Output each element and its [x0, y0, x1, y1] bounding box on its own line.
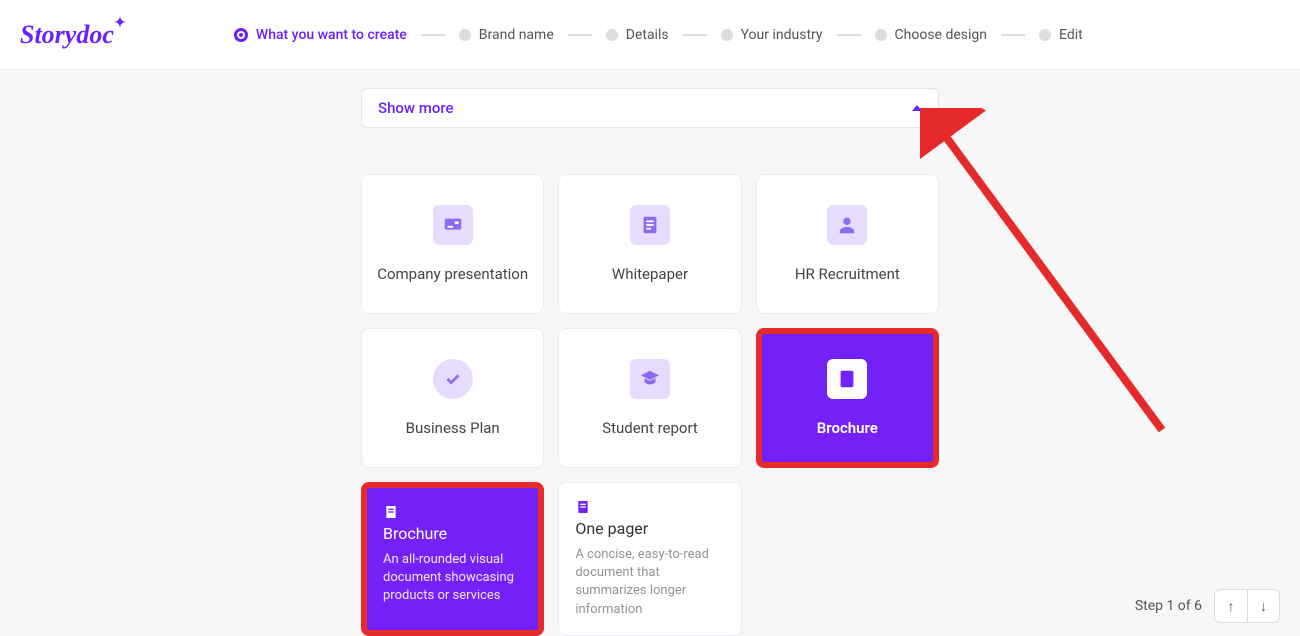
arrow-down-icon: ↓ [1260, 598, 1267, 615]
step-label: Brand name [479, 27, 554, 43]
nav-buttons: ↑ ↓ [1214, 589, 1280, 623]
graduation-cap-icon [630, 359, 670, 399]
logo: Storydoc ✦ [20, 20, 114, 50]
step-label: Your industry [741, 27, 823, 43]
step-label: Details [626, 27, 669, 43]
step-your-industry[interactable]: Your industry [721, 27, 823, 43]
next-button[interactable]: ↓ [1247, 590, 1279, 622]
step-divider [421, 34, 445, 36]
card-label: Student report [602, 419, 698, 437]
template-grid: Company presentation Whitepaper HR Recru… [361, 174, 939, 468]
document-icon [383, 504, 522, 524]
step-label: Choose design [895, 27, 987, 43]
step-dot-active-icon [234, 28, 248, 42]
stepper: What you want to create Brand name Detai… [234, 27, 1083, 43]
detail-card-one-pager[interactable]: One pager A concise, easy-to-read docume… [558, 482, 741, 636]
person-icon [827, 205, 867, 245]
prev-button[interactable]: ↑ [1215, 590, 1247, 622]
card-label: Company presentation [377, 265, 528, 283]
step-divider [837, 34, 861, 36]
detail-title: One pager [575, 519, 724, 538]
caret-up-icon [912, 105, 922, 111]
footer: Step 1 of 6 ↑ ↓ [1135, 589, 1280, 623]
card-student-report[interactable]: Student report [558, 328, 741, 468]
card-label: Brochure [817, 419, 878, 437]
detail-row: Brochure An all-rounded visual document … [361, 482, 939, 636]
step-divider [1001, 34, 1025, 36]
step-label: What you want to create [256, 27, 407, 43]
card-hr-recruitment[interactable]: HR Recruitment [756, 174, 939, 314]
detail-card-brochure[interactable]: Brochure An all-rounded visual document … [361, 482, 544, 636]
detail-desc: An all-rounded visual document showcasin… [383, 551, 522, 606]
step-what-you-want[interactable]: What you want to create [234, 27, 407, 43]
document-icon [630, 205, 670, 245]
step-indicator: Step 1 of 6 [1135, 598, 1202, 614]
presentation-icon [433, 205, 473, 245]
card-label: Business Plan [406, 419, 500, 437]
main: Show more Company presentation Whitepape… [0, 70, 1300, 636]
card-business-plan[interactable]: Business Plan [361, 328, 544, 468]
sparkle-icon: ✦ [114, 15, 126, 32]
header: Storydoc ✦ What you want to create Brand… [0, 0, 1300, 70]
step-divider [568, 34, 592, 36]
step-choose-design[interactable]: Choose design [875, 27, 987, 43]
step-edit[interactable]: Edit [1039, 27, 1083, 43]
card-brochure[interactable]: Brochure [756, 328, 939, 468]
step-dot-icon [459, 29, 471, 41]
card-label: HR Recruitment [795, 265, 900, 283]
step-dot-icon [606, 29, 618, 41]
document-icon [827, 359, 867, 399]
card-label: Whitepaper [612, 265, 688, 283]
step-dot-icon [721, 29, 733, 41]
empty-cell [756, 482, 939, 636]
logo-text: Storydoc [20, 20, 114, 49]
card-whitepaper[interactable]: Whitepaper [558, 174, 741, 314]
checkmark-icon [433, 359, 473, 399]
show-more-label: Show more [378, 99, 454, 117]
step-label: Edit [1059, 27, 1083, 43]
document-icon [575, 499, 724, 519]
step-brand-name[interactable]: Brand name [459, 27, 554, 43]
detail-title: Brochure [383, 524, 522, 543]
show-more-toggle[interactable]: Show more [361, 88, 939, 128]
step-details[interactable]: Details [606, 27, 669, 43]
step-dot-icon [875, 29, 887, 41]
step-dot-icon [1039, 29, 1051, 41]
step-divider [683, 34, 707, 36]
detail-desc: A concise, easy-to-read document that su… [575, 546, 724, 619]
card-company-presentation[interactable]: Company presentation [361, 174, 544, 314]
arrow-up-icon: ↑ [1228, 598, 1235, 615]
